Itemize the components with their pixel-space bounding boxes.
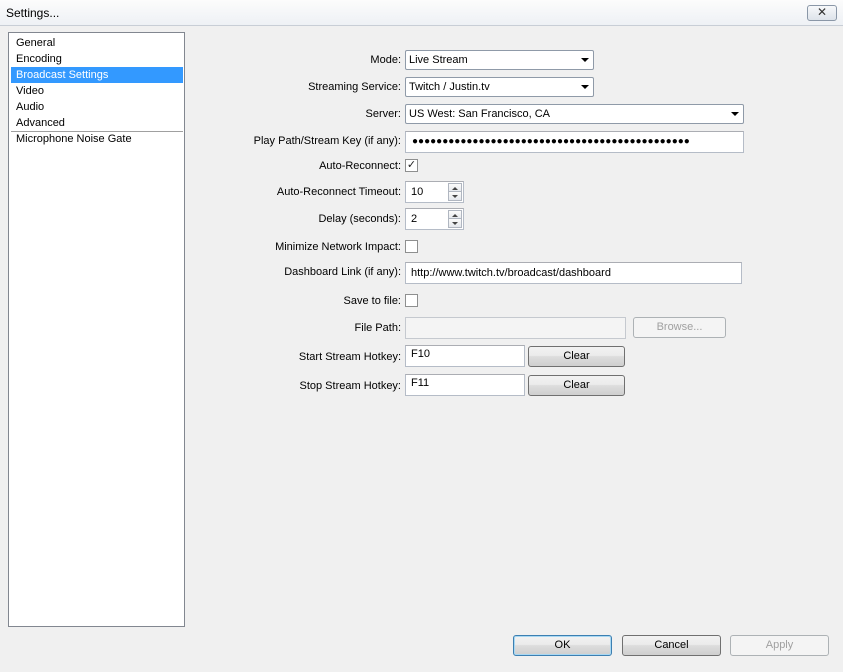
- spin-down-button[interactable]: [448, 191, 462, 201]
- cancel-button[interactable]: Cancel: [622, 635, 721, 656]
- dashboard-link-input[interactable]: http://www.twitch.tv/broadcast/dashboard: [405, 262, 742, 284]
- checkmark-icon: ✓: [406, 159, 417, 171]
- reconnect-timeout-value: 10: [411, 186, 424, 198]
- save-to-file-label: Save to file:: [343, 295, 401, 307]
- chevron-down-icon: [581, 58, 589, 62]
- sidebar-item-advanced[interactable]: Advanced: [11, 115, 183, 131]
- delay-label: Delay (seconds):: [318, 213, 401, 225]
- stop-hotkey-input[interactable]: F11: [405, 374, 525, 396]
- server-value: US West: San Francisco, CA: [409, 108, 551, 120]
- mode-dropdown[interactable]: Live Stream: [405, 50, 594, 70]
- chevron-down-icon: [731, 112, 739, 116]
- sidebar-item-microphone-noise-gate[interactable]: Microphone Noise Gate: [11, 131, 183, 147]
- file-path-input[interactable]: [405, 317, 626, 339]
- reconnect-timeout-label: Auto-Reconnect Timeout:: [276, 186, 401, 198]
- stop-hotkey-clear-button[interactable]: Clear: [528, 375, 625, 396]
- streaming-service-value: Twitch / Justin.tv: [409, 81, 490, 93]
- stream-key-label: Play Path/Stream Key (if any):: [253, 135, 401, 147]
- auto-reconnect-checkbox[interactable]: ✓: [405, 159, 418, 172]
- settings-window: Settings... ✕ General Encoding Broadcast…: [0, 0, 843, 672]
- title-bar: Settings... ✕: [0, 0, 843, 26]
- close-button[interactable]: ✕: [807, 5, 837, 21]
- window-title: Settings...: [6, 6, 60, 20]
- stream-key-input[interactable]: ●●●●●●●●●●●●●●●●●●●●●●●●●●●●●●●●●●●●●●●●…: [405, 131, 744, 153]
- close-icon: ✕: [816, 5, 828, 19]
- minimize-network-checkbox[interactable]: [405, 240, 418, 253]
- chevron-down-icon: [581, 85, 589, 89]
- spin-down-button[interactable]: [448, 218, 462, 228]
- delay-spinbox[interactable]: 2: [405, 208, 464, 230]
- mode-label: Mode:: [370, 54, 401, 66]
- server-dropdown[interactable]: US West: San Francisco, CA: [405, 104, 744, 124]
- file-path-label: File Path:: [354, 322, 401, 334]
- streaming-service-dropdown[interactable]: Twitch / Justin.tv: [405, 77, 594, 97]
- apply-button[interactable]: Apply: [730, 635, 829, 656]
- auto-reconnect-label: Auto-Reconnect:: [319, 160, 401, 172]
- browse-button[interactable]: Browse...: [633, 317, 726, 338]
- start-hotkey-label: Start Stream Hotkey:: [298, 351, 401, 363]
- server-label: Server:: [365, 108, 401, 120]
- sidebar-item-general[interactable]: General: [11, 35, 183, 51]
- sidebar-item-encoding[interactable]: Encoding: [11, 51, 183, 67]
- delay-value: 2: [411, 213, 418, 225]
- sidebar-item-audio[interactable]: Audio: [11, 99, 183, 115]
- dashboard-link-label: Dashboard Link (if any):: [284, 266, 401, 278]
- mode-value: Live Stream: [409, 54, 468, 66]
- minimize-network-label: Minimize Network Impact:: [275, 241, 401, 253]
- ok-button[interactable]: OK: [513, 635, 612, 656]
- reconnect-timeout-spinbox[interactable]: 10: [405, 181, 464, 203]
- streaming-service-label: Streaming Service:: [308, 81, 401, 93]
- stop-hotkey-label: Stop Stream Hotkey:: [299, 380, 402, 392]
- sidebar-item-broadcast-settings[interactable]: Broadcast Settings: [11, 67, 183, 83]
- start-hotkey-clear-button[interactable]: Clear: [528, 346, 625, 367]
- save-to-file-checkbox[interactable]: [405, 294, 418, 307]
- settings-category-list[interactable]: General Encoding Broadcast Settings Vide…: [8, 32, 185, 627]
- start-hotkey-input[interactable]: F10: [405, 345, 525, 367]
- sidebar-item-video[interactable]: Video: [11, 83, 183, 99]
